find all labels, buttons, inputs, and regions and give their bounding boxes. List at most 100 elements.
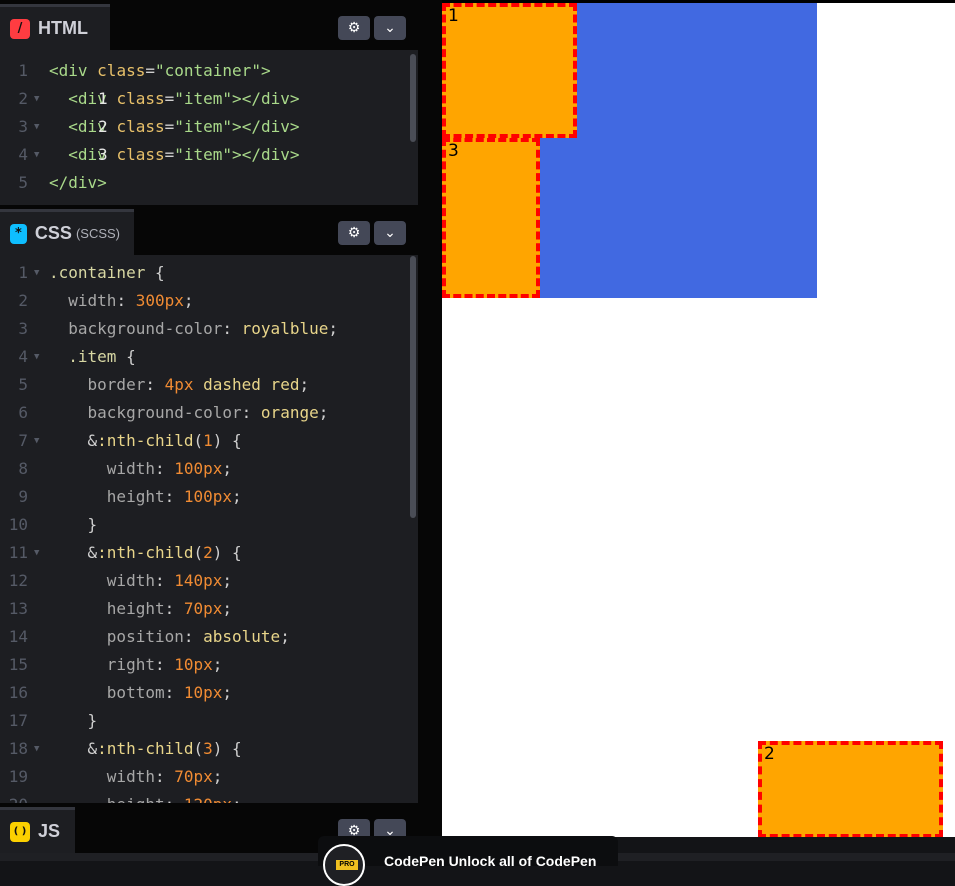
css-badge-icon: *: [10, 223, 27, 244]
js-tab[interactable]: ( ) JS: [0, 807, 75, 853]
css-collapse-button[interactable]: ⌄: [374, 221, 406, 245]
code-text: position: absolute;: [49, 627, 290, 646]
code-text: height: 100px;: [49, 487, 242, 506]
codepen-avatar-icon: PRO: [323, 844, 365, 886]
code-line: 15 right: 10px;: [0, 651, 410, 679]
resize-divider[interactable]: [418, 0, 442, 861]
code-text: }: [49, 515, 98, 534]
code-text: &:nth-child(2) {: [49, 543, 242, 562]
fold-toggle-icon[interactable]: ▼: [34, 735, 39, 763]
result-preview: 1 3 2: [442, 3, 955, 837]
code-line: 3 background-color: royalblue;: [0, 315, 410, 343]
html-collapse-button[interactable]: ⌄: [374, 16, 406, 40]
line-number: 16: [8, 683, 28, 702]
css-preprocessor-label: (SCSS): [75, 226, 120, 241]
gear-icon: ⚙: [347, 20, 361, 36]
line-number: 1: [18, 263, 28, 282]
code-text: .container {: [49, 263, 165, 282]
code-line: 16 bottom: 10px;: [0, 679, 410, 707]
html-settings-button[interactable]: ⚙: [338, 16, 370, 40]
code-line: 9 height: 100px;: [0, 483, 410, 511]
css-code-editor[interactable]: 1 ▼ .container {2 width: 300px; 3 backgroun…: [0, 259, 410, 803]
line-number: 20: [0, 791, 28, 803]
fold-toggle-icon[interactable]: ▼: [34, 141, 39, 169]
js-badge-icon: ( ): [10, 821, 30, 842]
code-line: 20 height: 120px;: [0, 791, 410, 803]
code-text: <div class="item"> 2 </div>: [49, 117, 300, 136]
line-number: 11: [8, 543, 28, 562]
line-number: 12: [8, 571, 28, 590]
line-number: 14: [8, 627, 28, 646]
line-number: 2: [18, 89, 28, 108]
code-text: background-color: orange;: [49, 403, 329, 422]
code-line: 11 ▼ &:nth-child(2) {: [0, 539, 410, 567]
code-line: 10 }: [0, 511, 410, 539]
chevron-down-icon: ⌄: [384, 20, 396, 36]
code-text: width: 140px;: [49, 571, 233, 590]
line-number: 17: [8, 711, 28, 730]
line-number: 1: [18, 61, 28, 80]
code-text: bottom: 10px;: [49, 683, 233, 702]
pro-promo-toast[interactable]: PRO CodePen Unlock all of CodePen: [318, 836, 618, 886]
line-number: 5: [18, 173, 28, 192]
preview-item-2: 2: [758, 741, 943, 837]
fold-toggle-icon[interactable]: ▼: [34, 343, 39, 371]
code-line: 5 border: 4px dashed red;: [0, 371, 410, 399]
code-line: 12 width: 140px;: [0, 567, 410, 595]
code-text: height: 120px;: [49, 791, 242, 803]
code-line: 2 ▼ <div class="item"> 1 </div>: [0, 85, 410, 113]
code-text: width: 70px;: [49, 767, 223, 786]
pro-badge: PRO: [336, 860, 358, 870]
code-text: width: 100px;: [49, 459, 233, 478]
line-number: 4: [18, 347, 28, 366]
code-text: }: [49, 711, 98, 730]
code-line: 6 background-color: orange;: [0, 399, 410, 427]
code-line: 1 <div class="container">: [0, 57, 410, 85]
css-tab-title: CSS: [34, 223, 72, 243]
line-number: 19: [8, 767, 28, 786]
code-line: 5 </div>: [0, 169, 410, 197]
code-line: 2 width: 300px;: [0, 287, 410, 315]
code-line: 18 ▼ &:nth-child(3) {: [0, 735, 410, 763]
code-text: right: 10px;: [49, 655, 223, 674]
code-line: 19 width: 70px;: [0, 763, 410, 791]
fold-toggle-icon[interactable]: ▼: [34, 427, 39, 455]
js-tab-title: JS: [38, 821, 61, 841]
code-text: height: 70px;: [49, 599, 233, 618]
editor-panels: / HTML ⚙ ⌄ 1 <div class="container"> 2 ▼ <d…: [0, 0, 418, 861]
code-line: 7 ▼ &:nth-child(1) {: [0, 427, 410, 455]
line-number: 8: [18, 459, 28, 478]
code-text: &:nth-child(3) {: [49, 739, 242, 758]
code-line: 17 }: [0, 707, 410, 735]
code-text: &:nth-child(1) {: [49, 431, 242, 450]
line-number: 6: [18, 403, 28, 422]
promo-text: CodePen Unlock all of CodePen: [384, 853, 597, 869]
code-text: <div class="container">: [49, 61, 271, 80]
code-text: border: 4px dashed red;: [49, 375, 310, 394]
line-number: 2: [18, 291, 28, 310]
code-text: <div class="item"> 3 </div>: [49, 145, 300, 164]
html-scrollbar[interactable]: [410, 54, 416, 142]
css-tab[interactable]: * CSS (SCSS): [0, 209, 134, 255]
line-number: 3: [18, 319, 28, 338]
css-panel-header: * CSS (SCSS) ⚙ ⌄: [0, 205, 418, 255]
line-number: 4: [18, 145, 28, 164]
line-number: 15: [8, 655, 28, 674]
code-text: <div class="item"> 1 </div>: [49, 89, 300, 108]
fold-toggle-icon[interactable]: ▼: [34, 113, 39, 141]
line-number: 5: [18, 375, 28, 394]
line-number: 3: [18, 117, 28, 136]
line-number: 7: [18, 431, 28, 450]
html-tab[interactable]: / HTML: [0, 4, 110, 50]
fold-toggle-icon[interactable]: ▼: [34, 539, 39, 567]
css-scrollbar[interactable]: [410, 256, 416, 518]
code-line: 8 width: 100px;: [0, 455, 410, 483]
fold-toggle-icon[interactable]: ▼: [34, 259, 39, 287]
chevron-down-icon: ⌄: [384, 225, 396, 241]
code-line: 4 ▼ <div class="item"> 3 </div>: [0, 141, 410, 169]
html-code-editor[interactable]: 1 <div class="container"> 2 ▼ <div class="i…: [0, 57, 410, 203]
fold-toggle-icon[interactable]: ▼: [34, 85, 39, 113]
css-settings-button[interactable]: ⚙: [338, 221, 370, 245]
code-line: 13 height: 70px;: [0, 595, 410, 623]
code-line: 4 ▼ .item {: [0, 343, 410, 371]
